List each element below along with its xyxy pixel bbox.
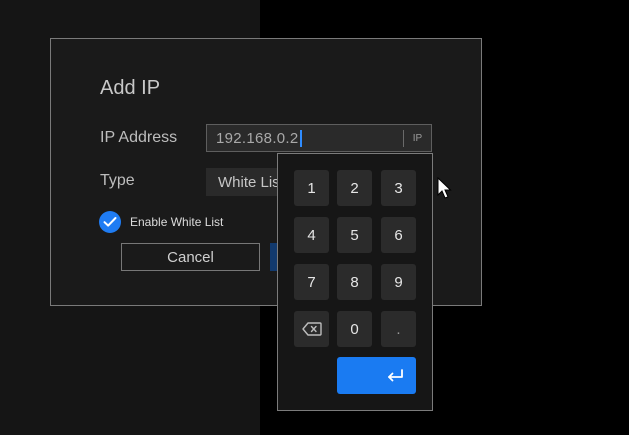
- dialog-title: Add IP: [100, 77, 161, 99]
- key-dot[interactable]: .: [381, 311, 416, 347]
- ip-address-value: 192.168.0.2: [216, 129, 299, 147]
- enter-key[interactable]: [337, 357, 416, 394]
- enable-white-list-checkbox[interactable]: [99, 211, 121, 233]
- type-label: Type: [100, 172, 135, 189]
- key-2[interactable]: 2: [337, 170, 372, 206]
- enter-icon: [388, 368, 403, 381]
- key-0[interactable]: 0: [337, 311, 372, 347]
- key-1[interactable]: 1: [294, 170, 329, 206]
- text-caret: [299, 129, 302, 147]
- key-4[interactable]: 4: [294, 217, 329, 253]
- key-7[interactable]: 7: [294, 264, 329, 300]
- backspace-key[interactable]: [294, 311, 329, 347]
- backspace-icon: [301, 322, 322, 336]
- enable-white-list-label: Enable White List: [130, 215, 224, 229]
- key-3[interactable]: 3: [381, 170, 416, 206]
- ip-address-input[interactable]: 192.168.0.2 IP: [206, 124, 432, 152]
- key-9[interactable]: 9: [381, 264, 416, 300]
- key-8[interactable]: 8: [337, 264, 372, 300]
- check-icon: [103, 217, 117, 227]
- ip-format-tag: IP: [403, 130, 431, 147]
- key-6[interactable]: 6: [381, 217, 416, 253]
- cancel-button[interactable]: Cancel: [121, 243, 260, 271]
- numeric-keypad: 1 2 3 4 5 6 7 8 9 0 .: [277, 153, 433, 411]
- ip-address-label: IP Address: [100, 129, 178, 146]
- mouse-pointer-icon: [437, 177, 452, 199]
- key-5[interactable]: 5: [337, 217, 372, 253]
